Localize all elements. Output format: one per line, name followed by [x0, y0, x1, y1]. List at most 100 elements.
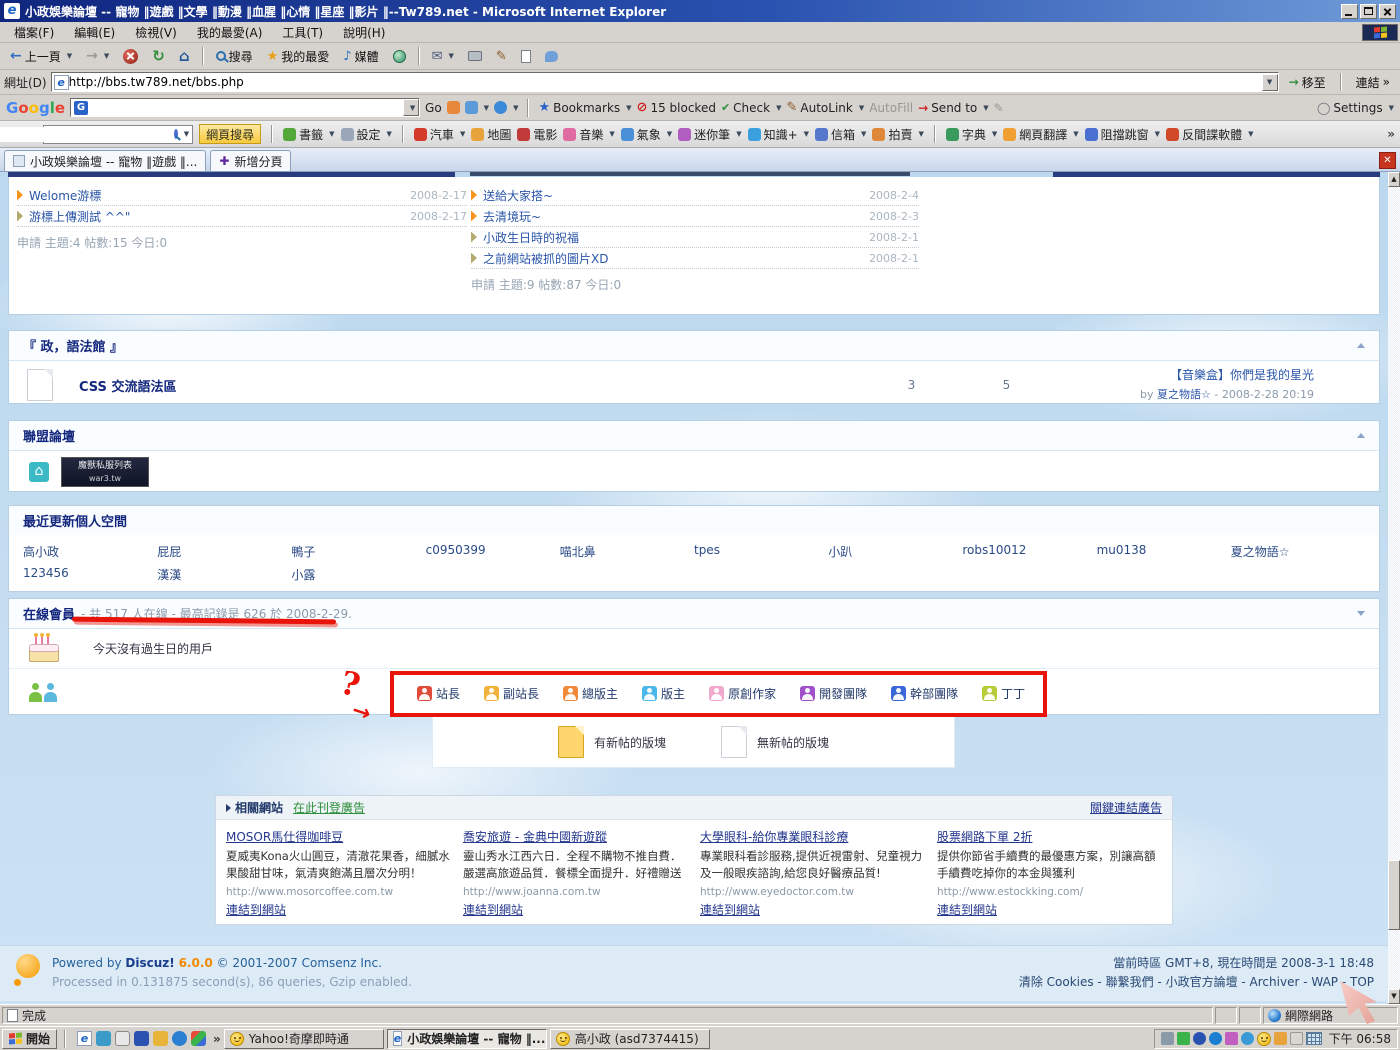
alliance-banner-image[interactable]: 魔獸私服列表 war3.tw	[61, 457, 149, 487]
tray-messenger-icon[interactable]	[1257, 1032, 1271, 1046]
favorites-button[interactable]: ★ 我的最愛	[261, 45, 336, 68]
google-popup-blocked[interactable]: ⊘ 15 blocked	[637, 100, 716, 115]
search-button[interactable]: 搜尋	[210, 45, 259, 68]
opera-shortcut-icon[interactable]	[172, 1031, 187, 1046]
yahoo-bookmarks-button[interactable]: 書籤▼	[283, 126, 334, 143]
section-title[interactable]: 聯盟論壇	[23, 426, 75, 445]
top-link[interactable]: TOP	[1350, 975, 1374, 989]
user-space-link[interactable]: tpes	[694, 543, 828, 560]
scroll-up-button[interactable]: ▲	[1388, 172, 1400, 187]
back-dropdown-icon[interactable]: ▼	[67, 52, 72, 60]
tray-icon-blue2[interactable]	[1209, 1032, 1222, 1045]
history-button[interactable]	[387, 47, 412, 66]
yahoo-minipen-button[interactable]: 迷你筆▼	[678, 126, 741, 143]
app-shortcut-icon[interactable]	[191, 1031, 206, 1046]
maximize-button[interactable]	[1360, 4, 1377, 19]
print-button[interactable]	[462, 48, 488, 64]
taskbar-task-yahoo-messenger[interactable]: Yahoo!奇摩即時通	[224, 1029, 384, 1049]
refresh-button[interactable]: ↻	[146, 44, 171, 68]
collapse-icon[interactable]	[1357, 433, 1365, 438]
scrollbar-thumb[interactable]	[1388, 860, 1400, 930]
google-highlight-button[interactable]: ✎	[994, 101, 1004, 115]
mail-dropdown-icon[interactable]: ▼	[449, 52, 454, 60]
user-space-link[interactable]: 高小政	[23, 543, 157, 560]
tab-active[interactable]: 小政娛樂論壇 -- 寵物 ‖遊戲 ‖...	[4, 150, 206, 171]
ad-title-link[interactable]: 股票網路下單 2折	[937, 828, 1162, 845]
ad-visit-link[interactable]: 連結到網站	[226, 903, 286, 917]
google-search-input[interactable]	[91, 100, 403, 115]
menu-help[interactable]: 說明(H)	[333, 22, 395, 43]
google-news-icon[interactable]	[447, 101, 460, 114]
wap-link[interactable]: WAP	[1311, 975, 1338, 989]
yahoo-maps-button[interactable]: 地圖	[471, 126, 511, 143]
thread-link[interactable]: 小政生日時的祝福	[483, 229, 863, 246]
messenger-shortcut-icon[interactable]	[134, 1031, 149, 1046]
yahoo-settings-button[interactable]: 設定▼	[341, 126, 392, 143]
contact-us-link[interactable]: 聯繫我們	[1106, 975, 1154, 989]
ad-visit-link[interactable]: 連結到網站	[700, 903, 760, 917]
tray-pencil-icon[interactable]	[1290, 1032, 1303, 1045]
official-forum-link[interactable]: 小政官方論壇	[1166, 975, 1238, 989]
crown-app-icon[interactable]	[153, 1031, 168, 1046]
archiver-link[interactable]: Archiver	[1250, 975, 1300, 989]
user-space-link[interactable]: 123456	[23, 566, 157, 583]
menu-file[interactable]: 檔案(F)	[4, 22, 64, 43]
home-button[interactable]: ⌂	[173, 44, 196, 68]
menu-tools[interactable]: 工具(T)	[272, 22, 333, 43]
user-space-link[interactable]: 屁屁	[157, 543, 291, 560]
close-button[interactable]	[1379, 4, 1396, 19]
menu-edit[interactable]: 編輯(E)	[64, 22, 125, 43]
thread-link[interactable]: 之前網站被抓的圖片XD	[483, 250, 863, 267]
links-button[interactable]: 連結 »	[1350, 71, 1396, 94]
yahoo-mailbox-button[interactable]: 信箱▼	[815, 126, 866, 143]
thread-link[interactable]: 去清境玩~	[483, 208, 863, 225]
ad-visit-link[interactable]: 連結到網站	[463, 903, 523, 917]
menu-favorites[interactable]: 我的最愛(A)	[187, 22, 273, 43]
mail-button[interactable]: ✉ ▼	[426, 46, 460, 67]
ad-title-link[interactable]: 大學眼科-給你專業眼科診療	[700, 828, 925, 845]
start-button[interactable]: 開始	[2, 1029, 57, 1049]
google-go-button[interactable]: Go	[425, 101, 442, 115]
discuz-link[interactable]: Discuz!	[125, 956, 174, 970]
media-button[interactable]: ♪ 媒體	[337, 45, 384, 68]
google-spellcheck-button[interactable]: ✔ Check▼	[721, 101, 782, 115]
document-button[interactable]	[515, 47, 537, 66]
go-button[interactable]: → 移至	[1283, 71, 1332, 94]
yahoo-antispyware-button[interactable]: 反間諜軟體▼	[1166, 126, 1253, 143]
yahoo-more-button[interactable]: »	[1387, 127, 1395, 141]
ie-quicklaunch-icon[interactable]: e	[77, 1031, 92, 1046]
thread-link[interactable]: 送給大家搭~	[483, 187, 863, 204]
yahoo-translate-button[interactable]: 網頁翻譯▼	[1003, 126, 1078, 143]
google-comment-button[interactable]: ▼	[494, 101, 518, 114]
quicklaunch-overflow-chevron[interactable]: »	[213, 1032, 221, 1046]
tray-icon-purple[interactable]	[1225, 1032, 1238, 1045]
edit-button[interactable]: ✎	[490, 46, 513, 67]
collapse-icon[interactable]	[1357, 343, 1365, 348]
yahoo-music-button[interactable]: 音樂▼	[563, 126, 614, 143]
google-bookmarks-button[interactable]: ★ Bookmarks▼	[538, 100, 631, 115]
scroll-down-button[interactable]: ▼	[1388, 989, 1400, 1004]
google-settings-button[interactable]: ◯ Settings▼	[1317, 101, 1394, 115]
lastpost-author-link[interactable]: 夏之物語☆	[1157, 388, 1211, 401]
collapse-icon[interactable]	[1357, 611, 1365, 616]
home-icon[interactable]: ⌂	[29, 462, 49, 482]
ime-keyboard-icon[interactable]	[1306, 1032, 1322, 1045]
thread-link[interactable]: 游標上傳測試 ^^"	[29, 208, 404, 225]
publish-ad-link[interactable]: 在此刊登廣告	[293, 799, 365, 816]
thread-link[interactable]: Welome游標	[29, 187, 404, 204]
forward-dropdown-icon[interactable]: ▼	[104, 52, 109, 60]
tab-close-button[interactable]: ✕	[1379, 152, 1396, 169]
minimize-button[interactable]	[1341, 4, 1358, 19]
yahoo-dictionary-button[interactable]: 字典▼	[946, 126, 997, 143]
yahoo-popup-blocker-button[interactable]: 阻擋跳窗▼	[1085, 126, 1160, 143]
volume-icon[interactable]	[1161, 1032, 1174, 1045]
vertical-scrollbar[interactable]: ▲ ▼	[1388, 172, 1400, 1004]
user-space-link[interactable]: 夏之物語☆	[1231, 543, 1365, 560]
user-space-link[interactable]: 鴨子	[291, 543, 425, 560]
taskbar-task-forum[interactable]: e 小政娛樂論壇 -- 寵物 ‖...	[387, 1029, 547, 1049]
board-link[interactable]: CSS 交流語法區	[79, 376, 859, 395]
new-tab-button[interactable]: ✚ 新增分頁	[210, 150, 291, 171]
menu-view[interactable]: 檢視(V)	[125, 22, 187, 43]
user-space-link[interactable]: robs10012	[962, 543, 1096, 560]
ad-title-link[interactable]: MOSOR馬仕得咖啡豆	[226, 828, 451, 845]
